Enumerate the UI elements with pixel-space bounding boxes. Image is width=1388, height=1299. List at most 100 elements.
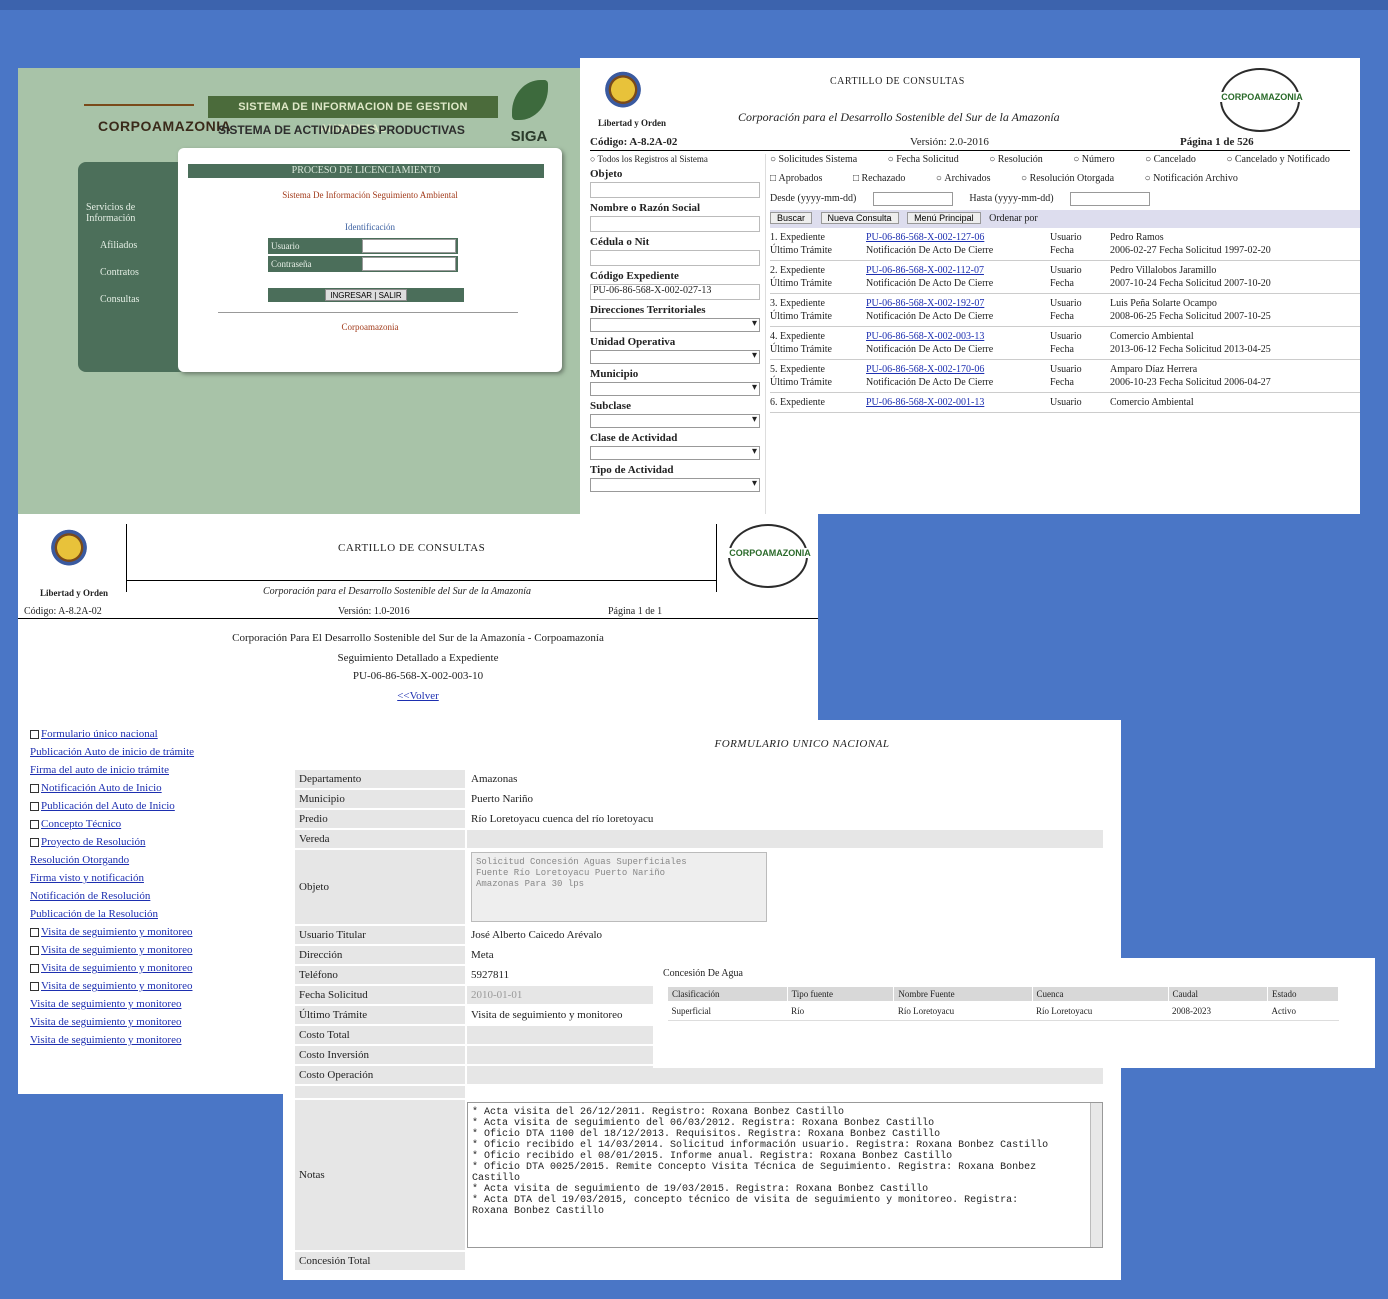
unidad-select[interactable] — [590, 350, 760, 364]
nombre-input[interactable] — [590, 216, 760, 232]
result-item: 1. Expediente PU-06-86-568-X-002-127-06 Us… — [770, 232, 1360, 261]
procedure-item[interactable]: Publicación del Auto de Inicio — [30, 800, 280, 812]
procedure-item[interactable]: Visita de seguimiento y monitoreo — [30, 980, 280, 992]
nav-item-contratos[interactable]: Contratos — [86, 267, 180, 278]
radio-option[interactable]: ○ Cancelado y Notificado — [1226, 154, 1344, 165]
radio-option[interactable]: ○ Resolución — [989, 154, 1057, 165]
subclase-select[interactable] — [590, 414, 760, 428]
filter-panel: ○ Todos los Registros al Sistema Objeto … — [590, 154, 766, 514]
procedure-item[interactable]: Visita de seguimiento y monitoreo — [30, 926, 280, 938]
expediente-link[interactable]: PU-06-86-568-X-002-112-07 — [866, 265, 1046, 276]
search-from-label: Desde (yyyy-mm-dd) — [770, 193, 857, 205]
action-bar: Buscar Nueva Consulta Menú Principal Ord… — [770, 210, 1360, 228]
new-query-button[interactable]: Nueva Consulta — [820, 212, 899, 224]
checkbox-option[interactable]: □ Rechazado — [853, 173, 919, 184]
password-input[interactable] — [362, 257, 456, 271]
expediente-link[interactable]: PU-06-86-568-X-002-127-06 — [866, 232, 1046, 243]
radio-option[interactable]: ○ Resolución Otorgada — [1021, 173, 1128, 184]
system-banner: SISTEMA DE INFORMACION DE GESTION AMBIEN… — [208, 96, 498, 135]
radio-row-1: ○ Solicitudes Sistema ○ Fecha Solicitud … — [770, 154, 1360, 165]
search-to-input[interactable] — [1070, 192, 1151, 206]
radio-option[interactable]: ○ Fecha Solicitud — [888, 154, 973, 165]
colombia-crest-icon — [594, 68, 652, 116]
notes-scrollbar[interactable] — [1090, 1103, 1102, 1247]
cedula-label: Cédula o Nit — [590, 236, 650, 248]
order-label: Ordenar por — [989, 213, 1038, 224]
procedure-item[interactable]: Notificación Auto de Inicio — [30, 782, 280, 794]
checkbox-icon — [30, 981, 39, 991]
login-window: CORPOAMAZONIA SISTEMA DE INFORMACION DE … — [18, 68, 580, 516]
main-menu-button[interactable]: Menú Principal — [907, 212, 981, 224]
procedure-item[interactable]: Visita de seguimiento y monitoreo — [30, 944, 280, 956]
subclase-label: Subclase — [590, 400, 631, 412]
municipio-select[interactable] — [590, 382, 760, 396]
procedure-item[interactable]: Visita de seguimiento y monitoreo — [30, 1034, 280, 1046]
all-records-radio[interactable]: ○ Todos los Registros al Sistema — [590, 154, 765, 164]
nav-item-afiliados[interactable]: Afiliados — [86, 240, 180, 251]
detail-expediente: PU-06-86-568-X-002-003-10 — [352, 670, 484, 682]
doc-page: Página 1 de 1 — [608, 606, 663, 617]
objeto-textarea[interactable]: Solicitud Concesión Aguas Superficiales … — [471, 852, 767, 922]
result-item: 5. Expediente PU-06-86-568-X-002-170-06 Us… — [770, 364, 1360, 393]
result-item: 3. Expediente PU-06-86-568-X-002-192-07 Us… — [770, 298, 1360, 327]
header-divider — [716, 524, 717, 592]
query-window: Libertad y Orden CARTILLO DE CONSULTAS C… — [580, 58, 1360, 514]
expediente-link[interactable]: PU-06-86-568-X-002-170-06 — [866, 364, 1046, 375]
motto: Libertad y Orden — [40, 588, 109, 598]
checkbox-option[interactable]: □ Aprobados — [770, 173, 836, 184]
procedure-item[interactable]: Publicación Auto de inicio de trámite — [30, 746, 280, 758]
query-header-title: CARTILLO DE CONSULTAS — [830, 76, 965, 87]
procedure-item[interactable]: Visita de seguimiento y monitoreo — [30, 1016, 280, 1028]
expediente-link[interactable]: PU-06-86-568-X-002-192-07 — [866, 298, 1046, 309]
corpoamazonia-badge-icon: CORPOAMAZONIA — [724, 524, 816, 588]
cedula-input[interactable] — [590, 250, 760, 266]
procedure-item[interactable]: Formulario único nacional — [30, 728, 280, 740]
procedure-item[interactable]: Concepto Técnico — [30, 818, 280, 830]
objeto-input[interactable] — [590, 182, 760, 198]
detail-line-2: Seguimiento Detallado a Expediente — [337, 652, 499, 664]
username-input[interactable] — [362, 239, 456, 253]
top-frame-bar — [0, 0, 1388, 10]
radio-option[interactable]: ○ Solicitudes Sistema — [770, 154, 871, 165]
notes-textarea[interactable]: * Acta visita del 26/12/2011. Registro: … — [467, 1102, 1103, 1248]
radio-option[interactable]: ○ Cancelado — [1145, 154, 1210, 165]
tipo-select[interactable] — [590, 478, 760, 492]
procedure-item[interactable]: Firma del auto de inicio trámite — [30, 764, 280, 776]
codigo-input[interactable]: PU-06-86-568-X-002-027-13 — [590, 284, 760, 300]
back-link[interactable]: <<Volver — [397, 690, 439, 702]
nav-item-consultas[interactable]: Consultas — [86, 294, 180, 305]
header-rule — [590, 150, 1350, 151]
checkbox-icon — [30, 801, 39, 811]
clase-select[interactable] — [590, 446, 760, 460]
radio-row-2: □ Aprobados □ Rechazado ○ Archivados ○ R… — [770, 173, 1360, 184]
procedure-item[interactable]: Visita de seguimiento y monitoreo — [30, 998, 280, 1010]
radio-option[interactable]: ○ Notificación Archivo — [1145, 173, 1252, 184]
procedure-item[interactable]: Publicación de la Resolución — [30, 908, 280, 920]
procedure-item[interactable]: Firma visto y notificación — [30, 872, 280, 884]
result-item: 2. Expediente PU-06-86-568-X-002-112-07 Us… — [770, 265, 1360, 294]
direcciones-select[interactable] — [590, 318, 760, 332]
radio-option[interactable]: ○ Archivados — [936, 173, 1005, 184]
procedure-item[interactable]: Proyecto de Resolución — [30, 836, 280, 848]
procedure-item[interactable]: Notificación de Resolución — [30, 890, 280, 902]
query-header-subtitle: Corporación para el Desarrollo Sostenibl… — [738, 110, 1060, 124]
direcciones-label: Direcciones Territoriales — [590, 304, 706, 316]
doc-version: Versión: 2.0-2016 — [910, 136, 989, 148]
search-button[interactable]: Buscar — [770, 212, 813, 224]
checkbox-icon — [30, 837, 39, 847]
detail-header-title: CARTILLO DE CONSULTAS — [338, 542, 486, 554]
search-from-input[interactable] — [872, 192, 953, 206]
expediente-link[interactable]: PU-06-86-568-X-002-001-13 — [866, 397, 1046, 408]
radio-option[interactable]: ○ Número — [1073, 154, 1128, 165]
expediente-link[interactable]: PU-06-86-568-X-002-003-13 — [866, 331, 1046, 342]
login-sidenav: Servicios de Información Afiliados Contr… — [78, 162, 188, 372]
card-title: PROCESO DE LICENCIAMIENTO — [188, 164, 544, 178]
card-subtitle: Sistema De Información Seguimiento Ambie… — [282, 190, 458, 200]
procedure-item[interactable]: Resolución Otorgando — [30, 854, 280, 866]
form-title: FORMULARIO UNICO NACIONAL — [714, 738, 890, 750]
search-to-label: Hasta (yyyy-mm-dd) — [969, 193, 1054, 205]
procedure-links: Formulario único nacional Publicación Au… — [30, 728, 280, 1052]
login-button[interactable]: INGRESAR | SALIR — [325, 289, 407, 301]
usuario-value: José Alberto Caicedo Arévalo — [471, 929, 603, 941]
procedure-item[interactable]: Visita de seguimiento y monitoreo — [30, 962, 280, 974]
